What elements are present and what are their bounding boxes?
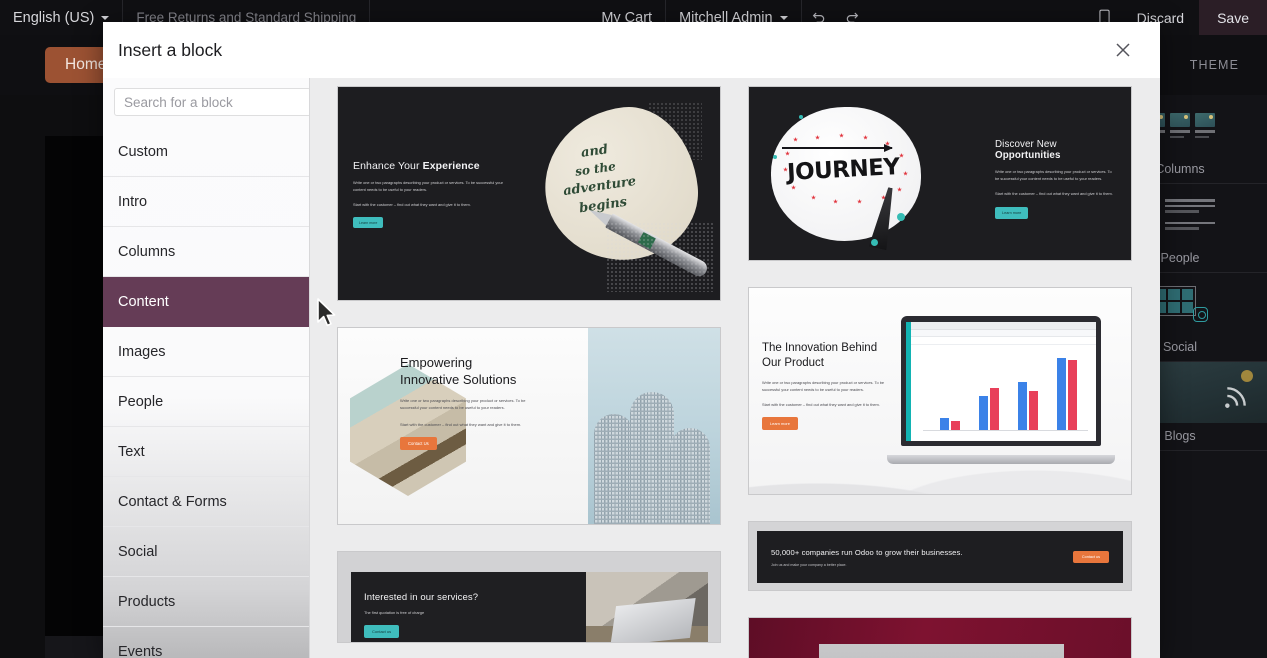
heading-bold: Opportunities	[995, 150, 1061, 161]
block-preview-area: and so the adventure begins Enhance Your…	[310, 78, 1160, 658]
block-cta-button: Contact Us	[400, 436, 437, 450]
block-thumb-discover-new-opportunities[interactable]: JOURNEY Discover New Opportunities Write…	[748, 86, 1132, 261]
category-contact-forms[interactable]: Contact & Forms	[103, 477, 309, 527]
dialog-body: Custom Intro Columns Content Images Peop…	[103, 78, 1160, 658]
bar-chart-graphic	[923, 358, 1088, 431]
rail-label: Columns	[1155, 162, 1205, 176]
block-cta-button: Learn more	[353, 217, 384, 229]
block-paragraph-2: Start with the customer – find out what …	[400, 421, 522, 427]
save-button[interactable]: Save	[1199, 0, 1267, 35]
laptop-mockup	[887, 316, 1115, 464]
block-heading: Enhance Your Experience	[353, 160, 503, 172]
discover-text: Discover New Opportunities Write one or …	[995, 139, 1117, 219]
heading-light: Discover New	[995, 139, 1057, 150]
block-heading: The Innovation Behind Our Product	[762, 342, 878, 369]
category-sidebar: Custom Intro Columns Content Images Peop…	[103, 78, 310, 658]
block-thumb-the-innovation-behind-our-product[interactable]: The Innovation Behind Our Product Write …	[748, 287, 1132, 495]
category-intro[interactable]: Intro	[103, 177, 309, 227]
rail-label: Blogs	[1164, 429, 1196, 443]
block-column-right: JOURNEY Discover New Opportunities Write…	[748, 86, 1132, 658]
block-paragraph-2: Start with the customer – find out what …	[762, 401, 880, 407]
category-columns[interactable]: Columns	[103, 227, 309, 277]
category-content[interactable]: Content	[103, 277, 309, 327]
block-cta-button: Contact us	[1072, 551, 1109, 563]
category-people[interactable]: People	[103, 377, 309, 427]
category-social[interactable]: Social	[103, 527, 309, 577]
block-heading: Interested in our services?	[364, 592, 479, 603]
block-thumb-companies-run-odoo[interactable]: 50,000+ companies run Odoo to grow their…	[748, 521, 1132, 591]
block-paragraph-1: Write one or two paragraphs describing y…	[400, 398, 526, 411]
block-paragraph: The first quotation is free of charge	[364, 610, 425, 615]
language-label: English (US)	[13, 9, 95, 26]
tab-theme[interactable]: THEME	[1190, 58, 1239, 72]
block-heading: Discover New Opportunities	[995, 139, 1117, 161]
enhance-text: Enhance Your Experience Write one or two…	[353, 160, 503, 229]
category-list: Custom Intro Columns Content Images Peop…	[103, 127, 309, 658]
heading-light: Enhance Your	[353, 160, 423, 172]
innovation-text: The Innovation Behind Our Product Write …	[762, 341, 888, 430]
search-bar	[103, 78, 309, 127]
close-icon[interactable]	[1108, 35, 1138, 65]
block-thumb-empowering-innovative-solutions[interactable]: Empowering Innovative Solutions Write on…	[337, 327, 721, 525]
interested-text: Interested in our services? The first qu…	[351, 572, 586, 642]
journey-artwork: JOURNEY	[757, 95, 939, 253]
category-events[interactable]: Events	[103, 627, 309, 658]
empowering-text: Empowering Innovative Solutions Write on…	[400, 355, 532, 450]
companies-text: 50,000+ companies run Odoo to grow their…	[771, 548, 1073, 567]
block-column-left: and so the adventure begins Enhance Your…	[337, 86, 721, 658]
block-cta-button: Learn more	[762, 416, 798, 430]
insert-block-dialog: Insert a block Custom	[103, 22, 1160, 658]
app-root: English (US) Free Returns and Standard S…	[0, 0, 1267, 658]
block-paragraph-2: Start with the customer – find out what …	[353, 201, 471, 207]
block-paragraph: Join us and make your company a better p…	[771, 562, 847, 567]
block-heading: Empowering Innovative Solutions	[400, 355, 517, 387]
block-paragraph-1: Write one or two paragraphs describing y…	[762, 379, 885, 392]
block-paragraph-2: Start with the customer – find out what …	[995, 190, 1113, 196]
block-cta-button: Contact us	[364, 625, 400, 638]
chevron-down-icon	[779, 15, 788, 20]
block-thumb-enhance-your-experience[interactable]: and so the adventure begins Enhance Your…	[337, 86, 721, 301]
search-input[interactable]	[114, 88, 309, 116]
block-cta-button: Learn more	[995, 207, 1029, 219]
laptop-photo	[586, 572, 708, 642]
banner-card	[819, 644, 1064, 658]
block-paragraph-1: Write one or two paragraphs describing y…	[995, 169, 1112, 181]
rail-label: Social	[1162, 340, 1198, 354]
block-thumb-red-banner[interactable]	[748, 617, 1132, 658]
dialog-title: Insert a block	[118, 39, 223, 60]
block-thumb-interested-in-our-services[interactable]: Interested in our services? The first qu…	[337, 551, 721, 643]
category-images[interactable]: Images	[103, 327, 309, 377]
category-products[interactable]: Products	[103, 577, 309, 627]
dialog-header: Insert a block	[103, 22, 1160, 78]
block-heading: 50,000+ companies run Odoo to grow their…	[771, 547, 963, 557]
rail-label: People	[1160, 251, 1200, 265]
enhance-artwork: and so the adventure begins	[523, 100, 714, 292]
chevron-down-icon	[101, 15, 110, 20]
building-photo	[588, 328, 720, 524]
category-text[interactable]: Text	[103, 427, 309, 477]
category-custom[interactable]: Custom	[103, 127, 309, 177]
block-paragraph-1: Write one or two paragraphs describing y…	[353, 180, 503, 192]
block-grid: and so the adventure begins Enhance Your…	[337, 86, 1146, 658]
heading-bold: Experience	[422, 160, 480, 172]
